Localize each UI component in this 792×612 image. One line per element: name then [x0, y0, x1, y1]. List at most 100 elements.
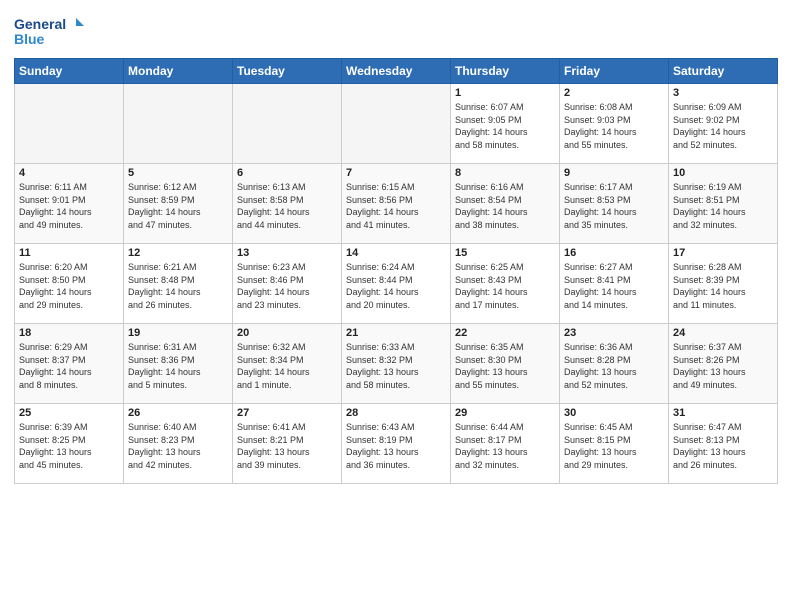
day-info: Sunrise: 6:20 AM Sunset: 8:50 PM Dayligh… — [19, 261, 119, 311]
svg-text:Blue: Blue — [14, 31, 45, 47]
calendar-cell: 2Sunrise: 6:08 AM Sunset: 9:03 PM Daylig… — [560, 84, 669, 164]
day-number: 31 — [673, 407, 773, 419]
logo-svg: General Blue — [14, 14, 84, 52]
day-info: Sunrise: 6:35 AM Sunset: 8:30 PM Dayligh… — [455, 341, 555, 391]
day-number: 21 — [346, 327, 446, 339]
day-info: Sunrise: 6:43 AM Sunset: 8:19 PM Dayligh… — [346, 421, 446, 471]
calendar-cell: 30 Sunrise: 6:45 AM Sunset: 8:15 PM Dayli… — [560, 404, 669, 484]
calendar-cell: 9Sunrise: 6:17 AM Sunset: 8:53 PM Daylig… — [560, 164, 669, 244]
calendar-cell: 11 Sunrise: 6:20 AM Sunset: 8:50 PM Dayli… — [15, 244, 124, 324]
day-number: 14 — [346, 247, 446, 259]
day-number: 8 — [455, 167, 555, 179]
calendar-cell: 10 Sunrise: 6:19 AM Sunset: 8:51 PM Dayli… — [669, 164, 778, 244]
calendar-cell: 16Sunrise: 6:27 AM Sunset: 8:41 PM Dayli… — [560, 244, 669, 324]
day-info: Sunrise: 6:24 AM Sunset: 8:44 PM Dayligh… — [346, 261, 446, 311]
day-info: Sunrise: 6:31 AM Sunset: 8:36 PM Dayligh… — [128, 341, 228, 391]
day-info: Sunrise: 6:16 AM Sunset: 8:54 PM Dayligh… — [455, 181, 555, 231]
day-number: 15 — [455, 247, 555, 259]
day-info: Sunrise: 6:36 AM Sunset: 8:28 PM Dayligh… — [564, 341, 664, 391]
day-number: 5 — [128, 167, 228, 179]
day-info: Sunrise: 6:12 AM Sunset: 8:59 PM Dayligh… — [128, 181, 228, 231]
day-info: Sunrise: 6:27 AM Sunset: 8:41 PM Dayligh… — [564, 261, 664, 311]
day-info: Sunrise: 6:47 AM Sunset: 8:13 PM Dayligh… — [673, 421, 773, 471]
day-info: Sunrise: 6:37 AM Sunset: 8:26 PM Dayligh… — [673, 341, 773, 391]
calendar-cell: 8 Sunrise: 6:16 AM Sunset: 8:54 PM Daylig… — [451, 164, 560, 244]
day-number: 18 — [19, 327, 119, 339]
svg-text:General: General — [14, 16, 66, 32]
day-info: Sunrise: 6:21 AM Sunset: 8:48 PM Dayligh… — [128, 261, 228, 311]
calendar-cell: 14 Sunrise: 6:24 AM Sunset: 8:44 PM Dayli… — [342, 244, 451, 324]
calendar-cell: 28 Sunrise: 6:43 AM Sunset: 8:19 PM Dayli… — [342, 404, 451, 484]
weekday-header: Wednesday — [342, 59, 451, 84]
day-info: Sunrise: 6:41 AM Sunset: 8:21 PM Dayligh… — [237, 421, 337, 471]
calendar-cell: 5 Sunrise: 6:12 AM Sunset: 8:59 PM Daylig… — [124, 164, 233, 244]
day-number: 11 — [19, 247, 119, 259]
day-info: Sunrise: 6:45 AM Sunset: 8:15 PM Dayligh… — [564, 421, 664, 471]
day-info: Sunrise: 6:39 AM Sunset: 8:25 PM Dayligh… — [19, 421, 119, 471]
day-number: 22 — [455, 327, 555, 339]
day-number: 7 — [346, 167, 446, 179]
day-info: Sunrise: 6:23 AM Sunset: 8:46 PM Dayligh… — [237, 261, 337, 311]
calendar-cell — [124, 84, 233, 164]
day-info: Sunrise: 6:11 AM Sunset: 9:01 PM Dayligh… — [19, 181, 119, 231]
logo: General Blue — [14, 14, 84, 52]
weekday-header: Friday — [560, 59, 669, 84]
calendar-cell: 13 Sunrise: 6:23 AM Sunset: 8:46 PM Dayli… — [233, 244, 342, 324]
calendar-cell: 19 Sunrise: 6:31 AM Sunset: 8:36 PM Dayli… — [124, 324, 233, 404]
calendar-cell: 29 Sunrise: 6:44 AM Sunset: 8:17 PM Dayli… — [451, 404, 560, 484]
day-number: 17 — [673, 247, 773, 259]
day-number: 20 — [237, 327, 337, 339]
calendar-cell: 27 Sunrise: 6:41 AM Sunset: 8:21 PM Dayli… — [233, 404, 342, 484]
day-number: 4 — [19, 167, 119, 179]
calendar-cell: 6 Sunrise: 6:13 AM Sunset: 8:58 PM Daylig… — [233, 164, 342, 244]
day-number: 10 — [673, 167, 773, 179]
weekday-header: Sunday — [15, 59, 124, 84]
calendar-cell — [233, 84, 342, 164]
day-info: Sunrise: 6:17 AM Sunset: 8:53 PM Dayligh… — [564, 181, 664, 231]
day-number: 19 — [128, 327, 228, 339]
day-number: 1 — [455, 87, 555, 99]
calendar-cell: 1 Sunrise: 6:07 AM Sunset: 9:05 PM Daylig… — [451, 84, 560, 164]
weekday-header: Monday — [124, 59, 233, 84]
day-info: Sunrise: 6:19 AM Sunset: 8:51 PM Dayligh… — [673, 181, 773, 231]
calendar-cell: 31 Sunrise: 6:47 AM Sunset: 8:13 PM Dayli… — [669, 404, 778, 484]
day-info: Sunrise: 6:44 AM Sunset: 8:17 PM Dayligh… — [455, 421, 555, 471]
day-number: 23 — [564, 327, 664, 339]
day-info: Sunrise: 6:32 AM Sunset: 8:34 PM Dayligh… — [237, 341, 337, 391]
day-number: 27 — [237, 407, 337, 419]
day-number: 13 — [237, 247, 337, 259]
calendar-cell — [15, 84, 124, 164]
day-number: 3 — [673, 87, 773, 99]
day-info: Sunrise: 6:07 AM Sunset: 9:05 PM Dayligh… — [455, 101, 555, 151]
day-number: 28 — [346, 407, 446, 419]
weekday-header: Saturday — [669, 59, 778, 84]
day-info: Sunrise: 6:40 AM Sunset: 8:23 PM Dayligh… — [128, 421, 228, 471]
day-number: 6 — [237, 167, 337, 179]
day-number: 29 — [455, 407, 555, 419]
calendar-table: SundayMondayTuesdayWednesdayThursdayFrid… — [14, 58, 778, 484]
calendar-cell: 25 Sunrise: 6:39 AM Sunset: 8:25 PM Dayli… — [15, 404, 124, 484]
calendar-cell: 23 Sunrise: 6:36 AM Sunset: 8:28 PM Dayli… — [560, 324, 669, 404]
calendar-cell: 7 Sunrise: 6:15 AM Sunset: 8:56 PM Daylig… — [342, 164, 451, 244]
calendar-cell: 4 Sunrise: 6:11 AM Sunset: 9:01 PM Daylig… — [15, 164, 124, 244]
day-info: Sunrise: 6:29 AM Sunset: 8:37 PM Dayligh… — [19, 341, 119, 391]
calendar-cell: 24 Sunrise: 6:37 AM Sunset: 8:26 PM Dayli… — [669, 324, 778, 404]
day-number: 25 — [19, 407, 119, 419]
day-number: 24 — [673, 327, 773, 339]
day-info: Sunrise: 6:33 AM Sunset: 8:32 PM Dayligh… — [346, 341, 446, 391]
calendar-cell: 18 Sunrise: 6:29 AM Sunset: 8:37 PM Dayli… — [15, 324, 124, 404]
day-number: 30 — [564, 407, 664, 419]
calendar-cell: 21 Sunrise: 6:33 AM Sunset: 8:32 PM Dayli… — [342, 324, 451, 404]
calendar-cell: 12 Sunrise: 6:21 AM Sunset: 8:48 PM Dayli… — [124, 244, 233, 324]
weekday-header: Thursday — [451, 59, 560, 84]
day-number: 12 — [128, 247, 228, 259]
day-number: 2 — [564, 87, 664, 99]
day-info: Sunrise: 6:13 AM Sunset: 8:58 PM Dayligh… — [237, 181, 337, 231]
day-info: Sunrise: 6:15 AM Sunset: 8:56 PM Dayligh… — [346, 181, 446, 231]
calendar-cell — [342, 84, 451, 164]
calendar-cell: 26Sunrise: 6:40 AM Sunset: 8:23 PM Dayli… — [124, 404, 233, 484]
calendar-cell: 22 Sunrise: 6:35 AM Sunset: 8:30 PM Dayli… — [451, 324, 560, 404]
weekday-header: Tuesday — [233, 59, 342, 84]
calendar-cell: 3Sunrise: 6:09 AM Sunset: 9:02 PM Daylig… — [669, 84, 778, 164]
calendar-cell: 15Sunrise: 6:25 AM Sunset: 8:43 PM Dayli… — [451, 244, 560, 324]
